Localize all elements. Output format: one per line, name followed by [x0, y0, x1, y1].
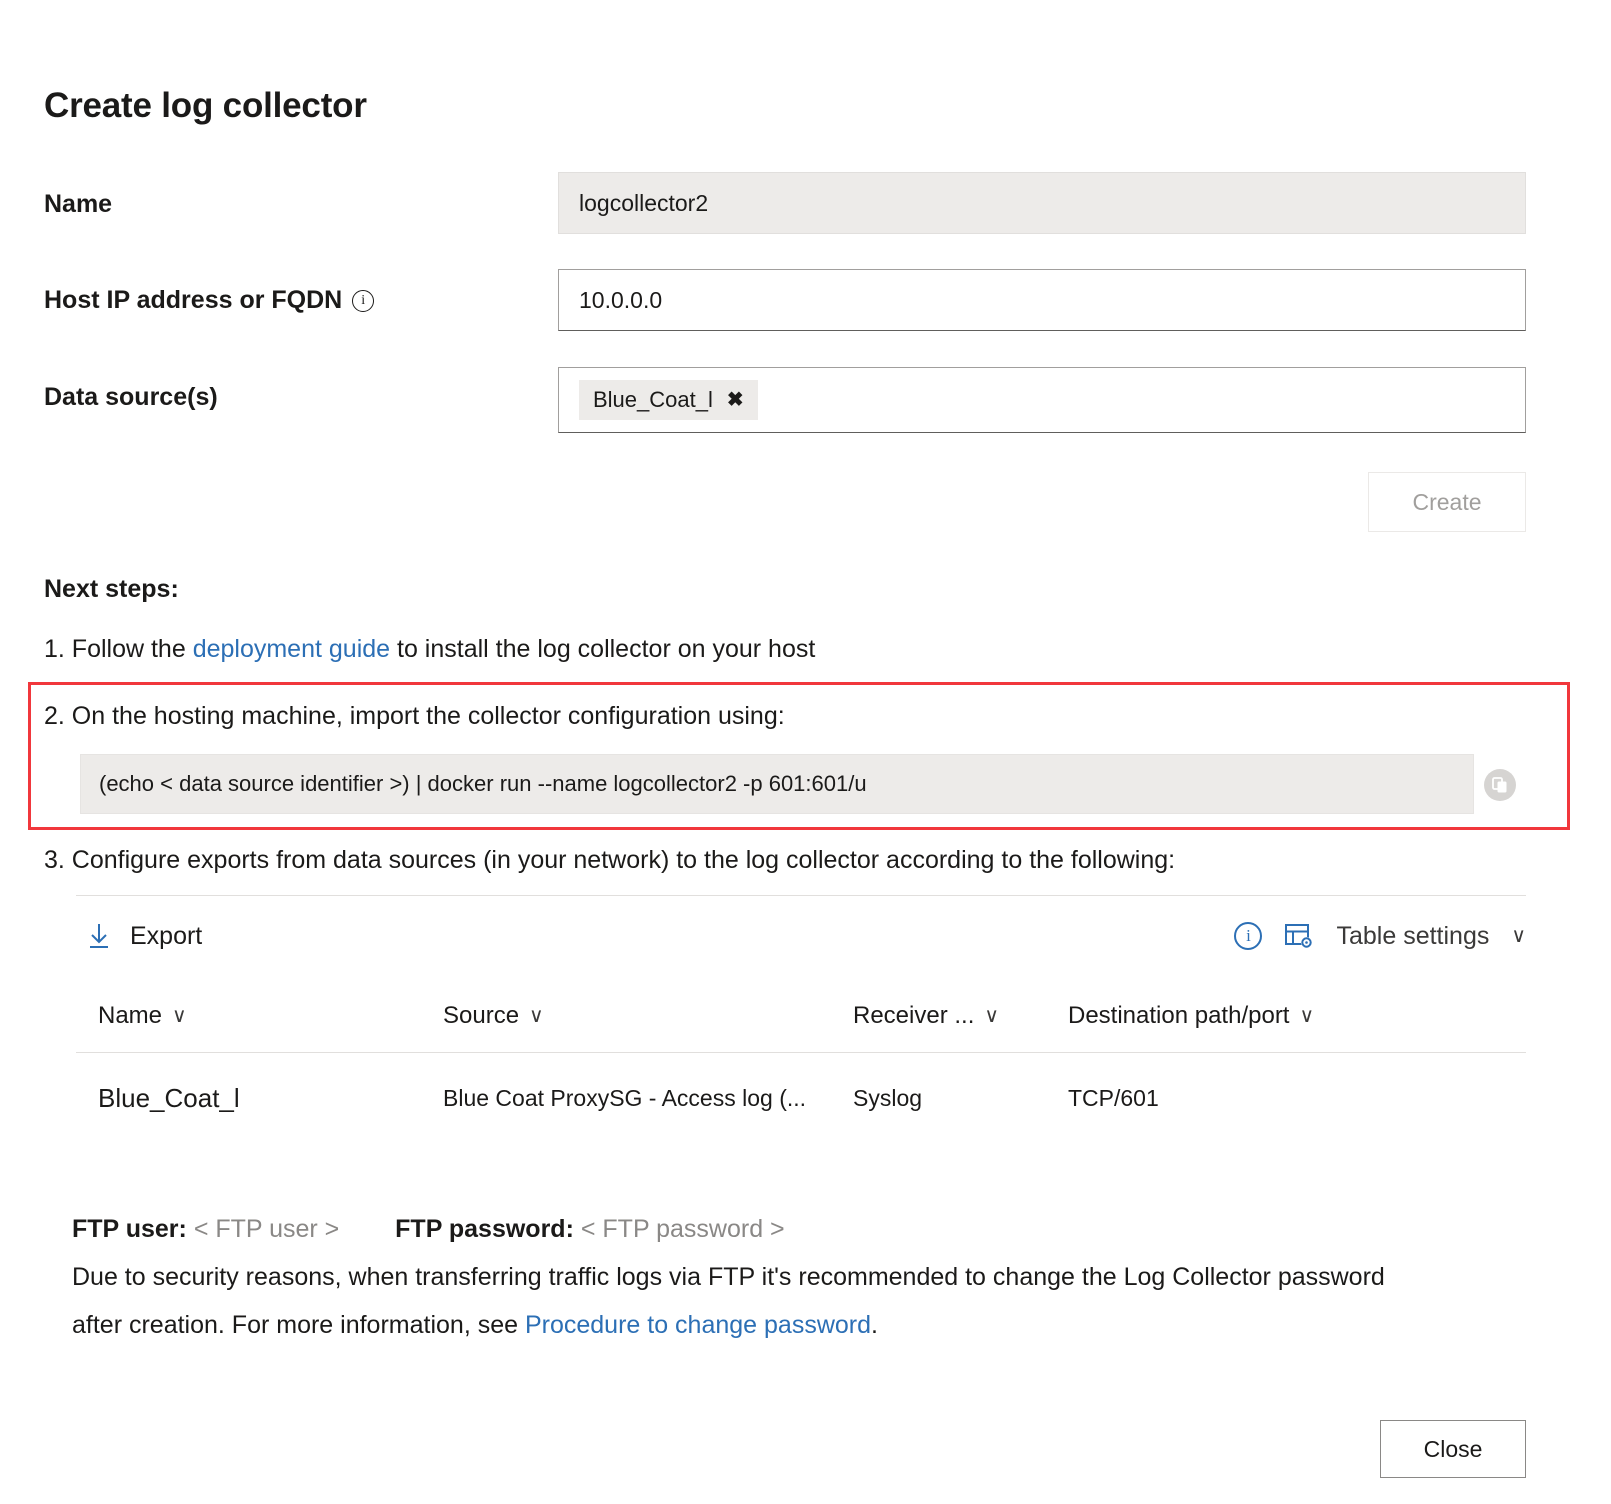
name-label: Name: [44, 190, 112, 219]
ftp-password-value: < FTP password >: [581, 1215, 785, 1243]
next-steps-heading: Next steps:: [44, 575, 179, 604]
cell-name: Blue_Coat_l: [76, 1053, 443, 1145]
column-header-source[interactable]: Source ∨: [443, 976, 853, 1053]
data-sources-label: Data source(s): [44, 383, 218, 412]
column-header-name[interactable]: Name ∨: [76, 976, 443, 1053]
ftp-user-label: FTP user: [72, 1215, 179, 1243]
table-header-row: Name ∨ Source ∨ Receiver ... ∨: [76, 976, 1526, 1053]
table-settings-label[interactable]: Table settings: [1336, 922, 1489, 951]
close-button[interactable]: Close: [1380, 1420, 1526, 1478]
chevron-down-icon[interactable]: ∨: [1299, 1006, 1314, 1026]
name-label-text: Name: [44, 190, 112, 219]
exports-table: Name ∨ Source ∨ Receiver ... ∨: [76, 976, 1526, 1144]
column-header-source-label: Source: [443, 1002, 519, 1030]
exports-table-section: Export i Table settings ∨: [76, 895, 1526, 1144]
host-input-value: 10.0.0.0: [579, 287, 662, 314]
info-icon[interactable]: i: [1234, 922, 1262, 950]
ftp-password-sep: :: [566, 1215, 574, 1243]
download-icon: [86, 921, 112, 951]
info-icon[interactable]: i: [352, 290, 374, 312]
close-button-label: Close: [1424, 1436, 1483, 1463]
name-input-value: logcollector2: [579, 190, 708, 217]
column-header-receiver-label: Receiver ...: [853, 1002, 974, 1030]
table-row[interactable]: Blue_Coat_l Blue Coat ProxySG - Access l…: [76, 1053, 1526, 1145]
data-sources-label-text: Data source(s): [44, 383, 218, 412]
chevron-down-icon[interactable]: ∨: [172, 1006, 187, 1026]
deployment-guide-link[interactable]: deployment guide: [193, 635, 390, 663]
host-label: Host IP address or FQDN i: [44, 286, 374, 315]
page-title: Create log collector: [44, 86, 367, 126]
data-source-chip[interactable]: Blue_Coat_l ✖: [579, 380, 758, 420]
next-step-3: 3. Configure exports from data sources (…: [44, 845, 1175, 875]
chevron-down-icon[interactable]: ∨: [1511, 926, 1526, 946]
ftp-credentials: FTP user: < FTP user > FTP password: < F…: [72, 1215, 785, 1244]
cell-source: Blue Coat ProxySG - Access log (...: [443, 1053, 853, 1145]
procedure-change-password-link[interactable]: Procedure to change password: [525, 1311, 871, 1339]
export-label: Export: [130, 922, 202, 951]
ftp-password-label: FTP password: [395, 1215, 565, 1243]
close-icon[interactable]: ✖: [727, 390, 744, 410]
table-toolbar-right: i Table settings ∨: [1234, 922, 1526, 951]
ftp-user-sep: :: [179, 1215, 187, 1243]
command-input[interactable]: (echo < data source identifier >) | dock…: [80, 754, 1474, 814]
security-note-prefix: after creation. For more information, se…: [72, 1311, 525, 1339]
host-input[interactable]: 10.0.0.0: [558, 269, 1526, 331]
column-header-receiver[interactable]: Receiver ... ∨: [853, 976, 1068, 1053]
next-step-1: 1. Follow the deployment guide to instal…: [44, 634, 815, 664]
cell-receiver: Syslog: [853, 1053, 1068, 1145]
name-input[interactable]: logcollector2: [558, 172, 1526, 234]
table-toolbar: Export i Table settings ∨: [76, 896, 1526, 976]
chevron-down-icon[interactable]: ∨: [984, 1006, 999, 1026]
table-settings-icon[interactable]: [1284, 922, 1314, 950]
column-header-destination-label: Destination path/port: [1068, 1002, 1289, 1030]
export-button[interactable]: Export: [86, 921, 202, 951]
next-step-2: 2. On the hosting machine, import the co…: [44, 701, 785, 731]
step-1-prefix: 1. Follow the: [44, 635, 193, 663]
create-button-label: Create: [1412, 489, 1481, 516]
copy-icon[interactable]: [1484, 769, 1516, 801]
create-button[interactable]: Create: [1368, 472, 1526, 532]
data-source-chip-label: Blue_Coat_l: [593, 387, 713, 413]
data-sources-input[interactable]: Blue_Coat_l ✖: [558, 367, 1526, 433]
security-note-line-1: Due to security reasons, when transferri…: [72, 1263, 1385, 1292]
security-note-line-2: after creation. For more information, se…: [72, 1311, 878, 1340]
command-text: (echo < data source identifier >) | dock…: [99, 771, 867, 797]
create-log-collector-dialog: Create log collector Name logcollector2 …: [0, 0, 1611, 1504]
step-1-suffix: to install the log collector on your hos…: [390, 635, 815, 663]
column-header-name-label: Name: [98, 1002, 162, 1030]
chevron-down-icon[interactable]: ∨: [529, 1006, 544, 1026]
host-label-text: Host IP address or FQDN: [44, 286, 342, 315]
ftp-user-value: < FTP user >: [194, 1215, 339, 1243]
cell-destination: TCP/601: [1068, 1053, 1526, 1145]
security-note-suffix: .: [871, 1311, 878, 1339]
column-header-destination[interactable]: Destination path/port ∨: [1068, 976, 1526, 1053]
